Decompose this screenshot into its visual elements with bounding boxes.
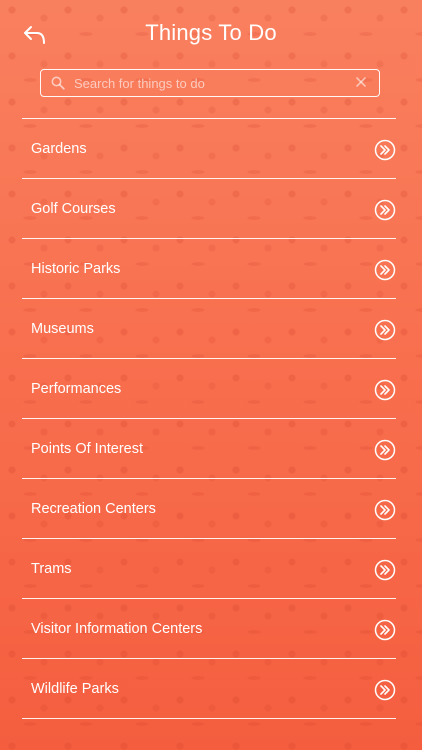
list-item-points-of-interest[interactable]: Points Of Interest (0, 419, 422, 479)
list-item-label: Points Of Interest (31, 441, 144, 457)
page-title: Things To Do (145, 20, 277, 45)
list-item-wildlife-parks[interactable]: Wildlife Parks (0, 659, 422, 719)
search-input[interactable] (74, 70, 354, 96)
list-item-label: Performances (31, 381, 122, 397)
list-item-label: Historic Parks (31, 261, 121, 277)
double-chevron-right-icon (374, 139, 396, 161)
double-chevron-right-icon (374, 619, 396, 641)
search-bar (40, 69, 380, 97)
list-divider (22, 718, 396, 719)
list-item-label: Recreation Centers (31, 501, 156, 517)
list-item-label: Museums (31, 321, 94, 337)
double-chevron-right-icon (374, 559, 396, 581)
list-item-label: Wildlife Parks (31, 681, 119, 697)
double-chevron-right-icon (374, 199, 396, 221)
close-icon[interactable] (355, 76, 367, 88)
list-item-label: Visitor Information Centers (31, 621, 203, 637)
double-chevron-right-icon (374, 319, 396, 341)
list-item-historic-parks[interactable]: Historic Parks (0, 239, 422, 299)
double-chevron-right-icon (374, 259, 396, 281)
list-item-performances[interactable]: Performances (0, 359, 422, 419)
list-item-label: Trams (31, 561, 72, 577)
list-item-trams[interactable]: Trams (0, 539, 422, 599)
list-item-gardens[interactable]: Gardens (0, 119, 422, 179)
header-bar: Things To Do (0, 0, 422, 68)
list-item-golf-courses[interactable]: Golf Courses (0, 179, 422, 239)
double-chevron-right-icon (374, 679, 396, 701)
search-icon (51, 76, 65, 90)
list-item-recreation-centers[interactable]: Recreation Centers (0, 479, 422, 539)
double-chevron-right-icon (374, 499, 396, 521)
list-item-museums[interactable]: Museums (0, 299, 422, 359)
list-item-visitor-information-centers[interactable]: Visitor Information Centers (0, 599, 422, 659)
double-chevron-right-icon (374, 439, 396, 461)
category-list: Gardens Golf Courses Historic Parks Muse… (0, 118, 422, 719)
list-item-label: Gardens (31, 141, 87, 157)
list-item-label: Golf Courses (31, 201, 116, 217)
double-chevron-right-icon (374, 379, 396, 401)
